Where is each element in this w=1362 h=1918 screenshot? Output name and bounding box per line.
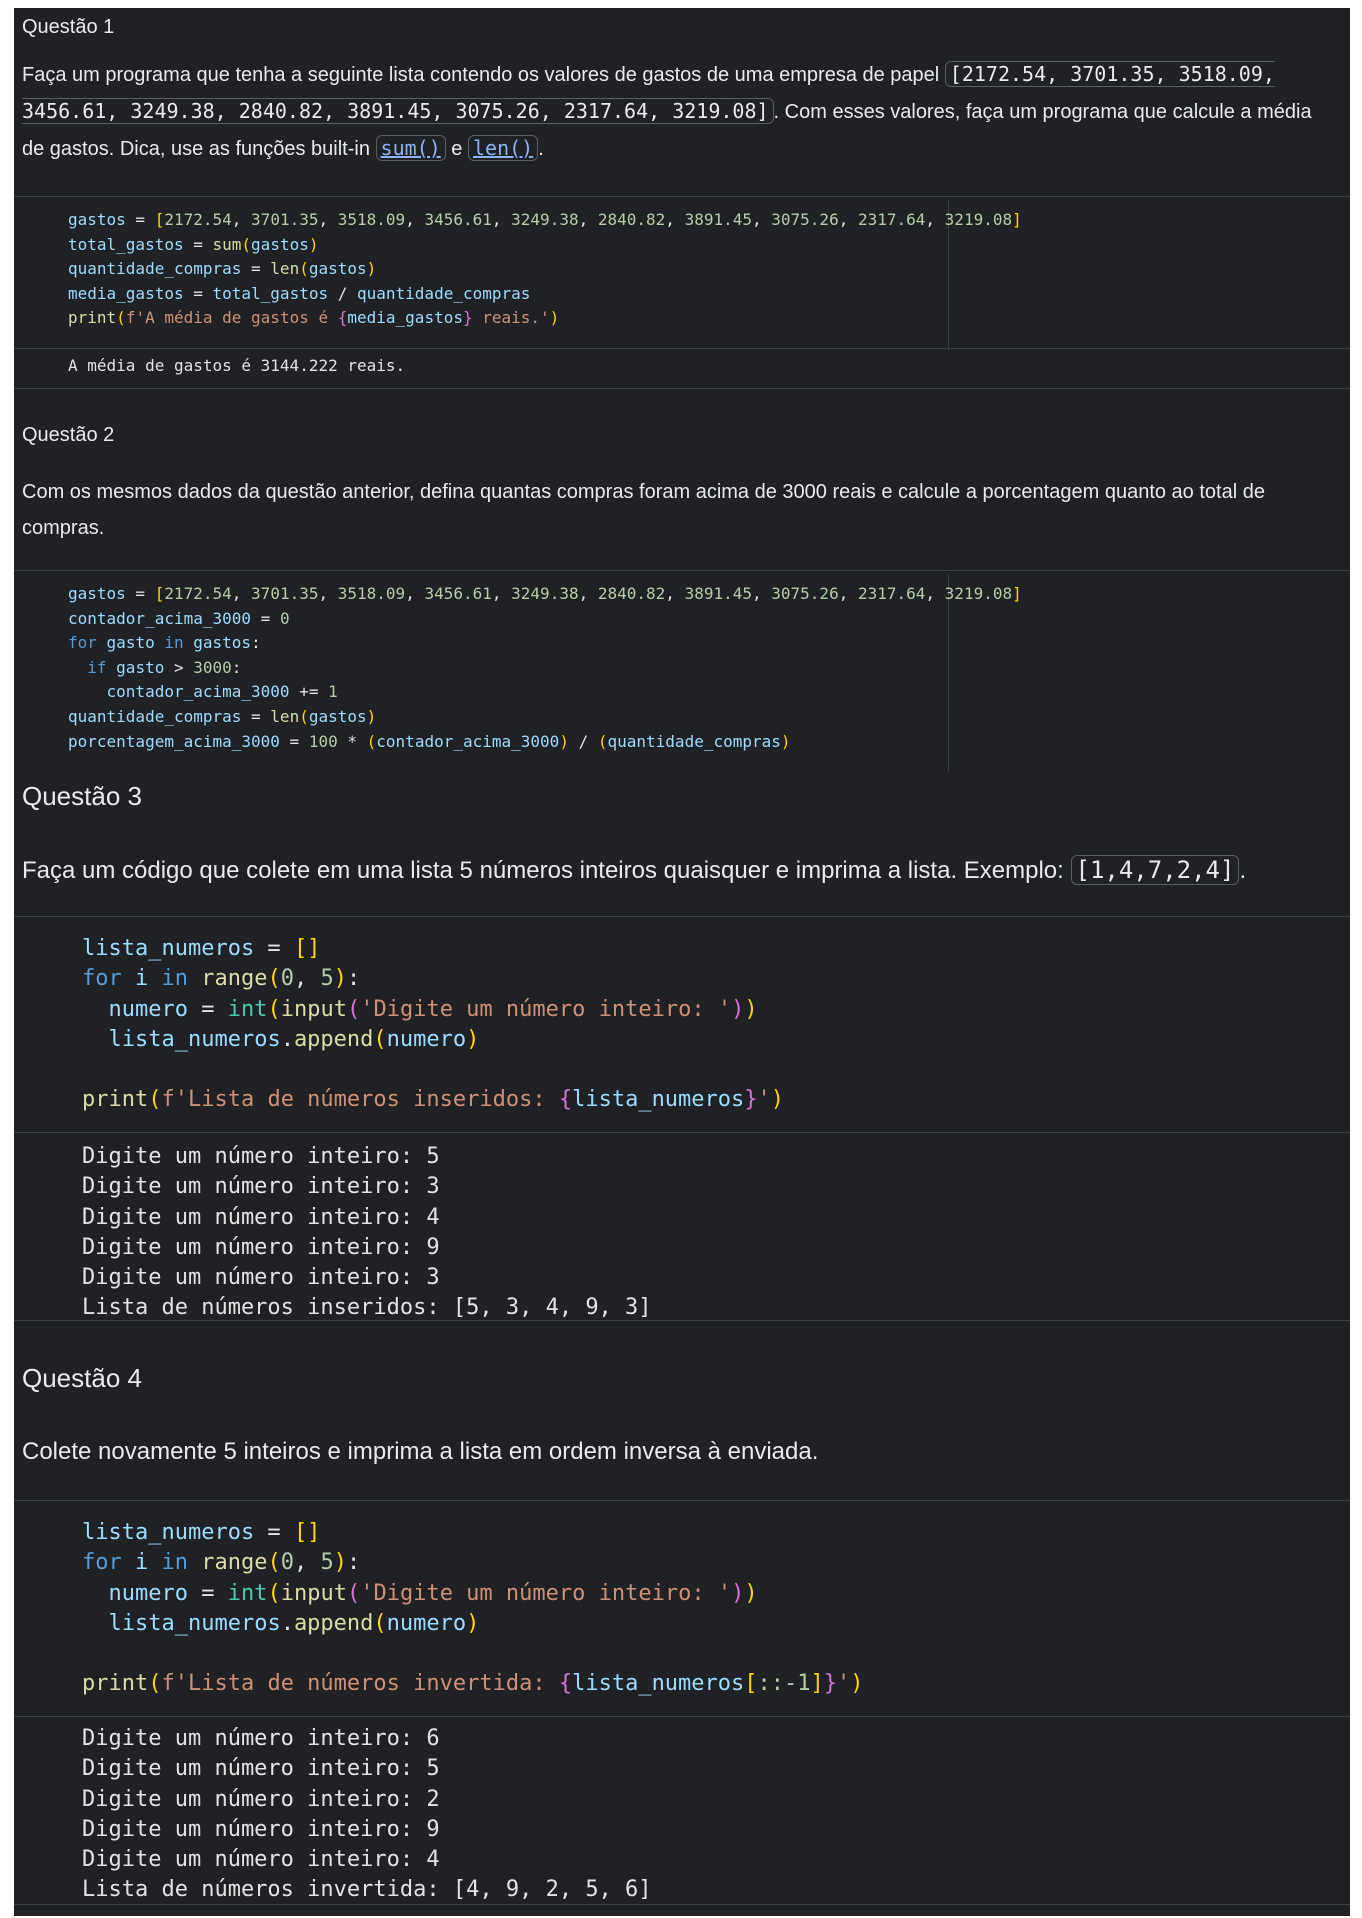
question-1-text: Faça um programa que tenha a seguinte li… xyxy=(22,61,1312,161)
output-line: Digite um número inteiro: 3 xyxy=(82,1265,440,1291)
code-line: porcentagem_acima_3000 = 100 * (contador… xyxy=(68,731,791,751)
code-line: media_gastos = total_gastos / quantidade… xyxy=(68,283,531,303)
output-cell-3: Digite um número inteiro: 5 Digite um nú… xyxy=(82,1142,652,1324)
code-line: print(f'Lista de números inseridos: {lis… xyxy=(82,1087,785,1113)
code-line: if gasto > 3000: xyxy=(87,657,242,677)
code-cell-4[interactable]: lista_numeros = [] for i in range(0, 5):… xyxy=(82,1518,864,1700)
output-line: Digite um número inteiro: 5 xyxy=(82,1756,440,1782)
output-line: Digite um número inteiro: 9 xyxy=(82,1816,440,1842)
question-3-heading: Questão 3 xyxy=(22,781,142,811)
code-line: lista_numeros = [] xyxy=(82,1520,321,1545)
question-2-text: Com os mesmos dados da questão anterior,… xyxy=(22,481,1265,539)
question-4-heading: Questão 4 xyxy=(22,1363,142,1393)
output-divider xyxy=(14,1716,1350,1717)
cell-divider xyxy=(14,1904,1350,1905)
output-divider xyxy=(14,1132,1350,1133)
question-2-heading: Questão 2 xyxy=(22,424,115,446)
code-line: for i in range(0, 5): xyxy=(82,1550,361,1576)
code-line: quantidade_compras = len(gastos) xyxy=(68,259,377,279)
code-line: lista_numeros.append(numero) xyxy=(108,1610,480,1636)
code-line: print(f'Lista de números invertida: {lis… xyxy=(82,1671,864,1697)
cell-divider xyxy=(14,1500,1350,1501)
code-line: gastos = [2172.54, 3701.35, 3518.09, 345… xyxy=(68,210,1022,229)
code-line: numero = int(input('Digite um número int… xyxy=(108,996,758,1022)
output-divider xyxy=(14,348,1350,349)
output-line: Digite um número inteiro: 9 xyxy=(82,1234,440,1260)
code-line: contador_acima_3000 += 1 xyxy=(106,682,338,702)
output-line: Lista de números inseridos: [5, 3, 4, 9,… xyxy=(82,1295,652,1321)
code-line: numero = int(input('Digite um número int… xyxy=(108,1580,758,1606)
code-line: quantidade_compras = len(gastos) xyxy=(68,706,377,726)
output-line: Digite um número inteiro: 4 xyxy=(82,1204,440,1230)
code-cell-2[interactable]: gastos = [2172.54, 3701.35, 3518.09, 345… xyxy=(68,582,1022,754)
question-1-heading: Questão 1 xyxy=(22,16,115,38)
output-line: Digite um número inteiro: 3 xyxy=(82,1174,440,1200)
output-cell-4: Digite um número inteiro: 6 Digite um nú… xyxy=(82,1724,652,1906)
code-cell-3[interactable]: lista_numeros = [] for i in range(0, 5):… xyxy=(82,934,784,1116)
cell-divider xyxy=(14,196,1350,197)
cell-divider xyxy=(14,916,1350,917)
cell-divider xyxy=(14,570,1350,571)
output-line: Digite um número inteiro: 4 xyxy=(82,1847,440,1873)
code-line: total_gastos = sum(gastos) xyxy=(68,234,319,254)
question-3-text: Faça um código que colete em uma lista 5… xyxy=(22,855,1247,885)
code-line: print(f'A média de gastos é {media_gasto… xyxy=(68,308,560,328)
code-line: for gasto in gastos: xyxy=(68,633,261,653)
cell-divider xyxy=(14,388,1350,389)
question-4-text: Colete novamente 5 inteiros e imprima a … xyxy=(22,1438,819,1465)
cell-divider xyxy=(14,1320,1350,1321)
code-line: for i in range(0, 5): xyxy=(82,966,361,992)
output-line: Digite um número inteiro: 2 xyxy=(82,1786,440,1812)
code-line: lista_numeros = [] xyxy=(82,936,321,961)
code-line: gastos = [2172.54, 3701.35, 3518.09, 345… xyxy=(68,584,1022,603)
code-line: lista_numeros.append(numero) xyxy=(108,1026,480,1052)
inline-code-example: [1,4,7,2,4] xyxy=(1070,855,1240,885)
output-line: Lista de números invertida: [4, 9, 2, 5,… xyxy=(82,1877,652,1903)
len-doc-link[interactable]: len() xyxy=(468,135,539,161)
code-cell-1[interactable]: gastos = [2172.54, 3701.35, 3518.09, 345… xyxy=(68,208,1022,331)
sum-doc-link[interactable]: sum() xyxy=(375,135,446,161)
notebook-page: Questão 1 Faça um programa que tenha a s… xyxy=(14,8,1350,1916)
output-cell-1: A média de gastos é 3144.222 reais. xyxy=(68,356,406,375)
output-line: Digite um número inteiro: 6 xyxy=(82,1726,440,1751)
output-line: Digite um número inteiro: 5 xyxy=(82,1144,440,1169)
code-line: contador_acima_3000 = 0 xyxy=(68,608,290,628)
